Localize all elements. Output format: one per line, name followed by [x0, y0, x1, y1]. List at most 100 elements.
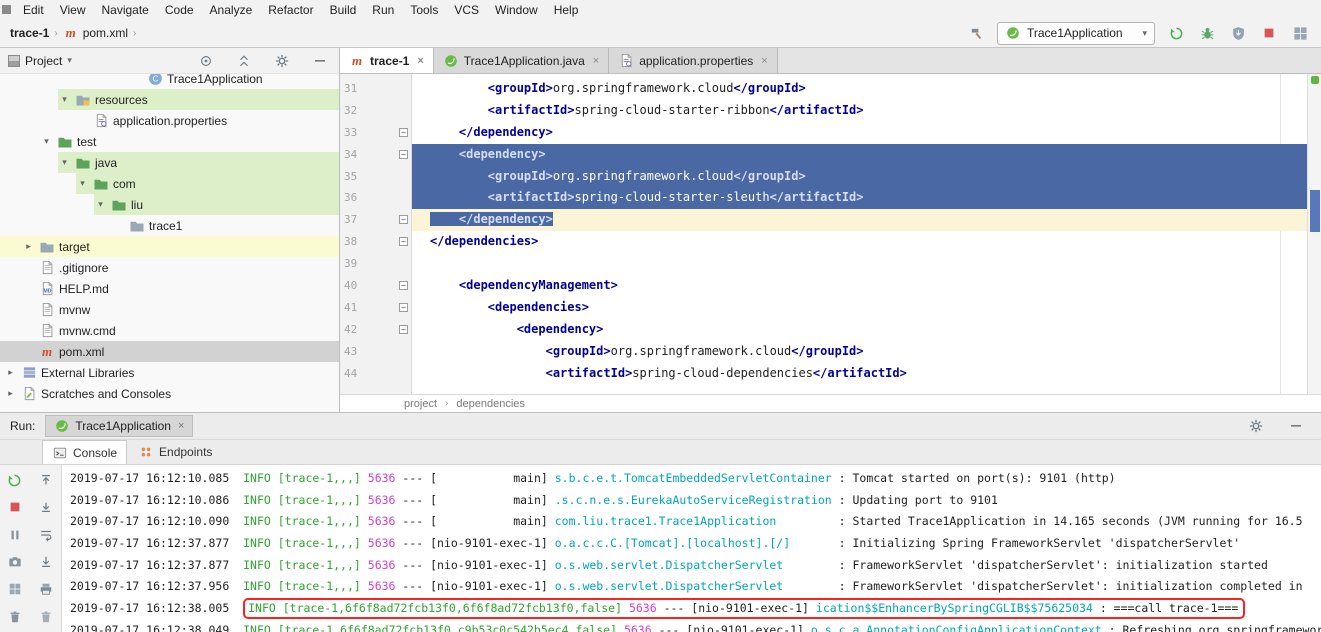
breadcrumb-item-pom-xml[interactable]: mpom.xml	[63, 25, 128, 41]
code-line-37: </dependency>	[412, 209, 1321, 231]
chevron-down-icon[interactable]: ▾	[40, 136, 53, 147]
code-editor[interactable]: <groupId>org.springframework.cloud</grou…	[412, 74, 1321, 394]
menu-run[interactable]: Run	[364, 2, 402, 18]
tree-item-mvnw-cmd[interactable]: mvnw.cmd	[0, 320, 339, 341]
log-timestamp: 2019-07-17 16:12:38.005	[70, 601, 229, 615]
gear-icon[interactable]	[271, 50, 293, 72]
clear-all-icon[interactable]	[35, 609, 57, 625]
tab-endpoints[interactable]: Endpoints	[129, 440, 221, 464]
tree-item-help-md[interactable]: MDHELP.md	[0, 278, 339, 299]
build-icon[interactable]	[965, 22, 987, 44]
chevron-right-icon[interactable]: ▸	[4, 388, 17, 399]
log-thread: [nio-9101-exec-1]	[430, 558, 548, 572]
stop-icon[interactable]	[4, 499, 26, 515]
locate-icon[interactable]	[195, 50, 217, 72]
chevron-right-icon[interactable]: ▸	[22, 241, 35, 252]
chevron-down-icon[interactable]: ▾	[76, 178, 89, 189]
scroll-end-icon[interactable]	[35, 554, 57, 570]
menu-navigate[interactable]: Navigate	[93, 2, 156, 18]
stop-icon[interactable]	[1258, 22, 1280, 44]
console-output[interactable]: 2019-07-17 16:12:10.085 INFO [trace-1,,,…	[62, 465, 1321, 632]
chevron-right-icon[interactable]: ▸	[4, 367, 17, 378]
gear-icon[interactable]	[1245, 415, 1267, 437]
editor-tab-trace-1[interactable]: mtrace-1×	[340, 48, 434, 73]
close-icon[interactable]: ×	[761, 55, 767, 67]
menu-edit[interactable]: Edit	[15, 2, 52, 18]
chevron-down-icon[interactable]: ▾	[94, 199, 107, 210]
tree-item-target[interactable]: ▸target	[0, 236, 339, 257]
rerun-icon[interactable]	[4, 472, 26, 488]
menu-vcs[interactable]: VCS	[446, 2, 487, 18]
editor-tab-application-properties[interactable]: application.properties×	[609, 48, 778, 73]
menu-view[interactable]: View	[52, 2, 94, 18]
project-panel-title[interactable]: Project	[25, 54, 62, 68]
tree-item-java[interactable]: ▾ java	[0, 152, 339, 173]
tab-console[interactable]: Console	[42, 440, 127, 464]
tree-item-resources[interactable]: ▾resources	[0, 89, 339, 110]
tree-item-mvnw[interactable]: mvnw	[0, 299, 339, 320]
tree-item-pom-xml[interactable]: mpom.xml	[0, 341, 339, 362]
fold-marker[interactable]: −	[399, 325, 408, 334]
coverage-icon[interactable]	[1227, 22, 1249, 44]
print-icon[interactable]	[35, 581, 57, 597]
close-icon[interactable]: ×	[178, 420, 184, 432]
tree-item-test[interactable]: ▾test	[0, 131, 339, 152]
tree-item-liu[interactable]: ▾liu	[0, 194, 339, 215]
restore-layout-icon[interactable]	[4, 581, 26, 597]
tree-item-label: External Libraries	[41, 366, 138, 380]
log-trace-id: [trace-1,,,]	[278, 558, 361, 572]
down-stack-icon[interactable]	[35, 499, 57, 515]
fold-marker[interactable]: −	[399, 128, 408, 137]
layout-icon[interactable]	[1289, 22, 1311, 44]
run-config-select[interactable]: Trace1Application ▾	[997, 22, 1155, 45]
tree-item-scratches-and-consoles[interactable]: ▸Scratches and Consoles	[0, 383, 339, 404]
close-icon[interactable]: ×	[593, 55, 599, 67]
debug-icon[interactable]	[1196, 22, 1218, 44]
spring-boot-icon	[1005, 25, 1021, 41]
soft-wrap-icon[interactable]	[35, 527, 57, 543]
up-stack-icon[interactable]	[35, 472, 57, 488]
menu-tools[interactable]: Tools	[402, 2, 446, 18]
fold-marker[interactable]: −	[399, 150, 408, 159]
tree-item-application-properties[interactable]: application.properties	[0, 110, 339, 131]
chevron-down-icon[interactable]: ▾	[58, 94, 71, 105]
fold-marker[interactable]: −	[399, 215, 408, 224]
fold-marker[interactable]: −	[399, 303, 408, 312]
tree-item-gitignore[interactable]: .gitignore	[0, 257, 339, 278]
tree-item-external-libraries[interactable]: ▸ External Libraries	[0, 362, 339, 383]
rerun-icon[interactable]	[1165, 22, 1187, 44]
gutter-line-40: 40−	[340, 275, 411, 297]
menu-window[interactable]: Window	[487, 2, 546, 18]
breadcrumb-item-trace-1[interactable]: trace-1	[10, 26, 49, 40]
editor-tab-trace1application-java[interactable]: Trace1Application.java×	[434, 48, 609, 73]
fold-marker[interactable]: −	[399, 281, 408, 290]
log-thread: [nio-9101-exec-1]	[430, 536, 548, 550]
log-level: INFO	[243, 471, 271, 485]
hide-icon[interactable]	[1285, 415, 1307, 437]
collapse-all-icon[interactable]	[233, 50, 255, 72]
hide-icon[interactable]	[309, 50, 331, 72]
run-tab-trace1application[interactable]: Trace1Application ×	[45, 415, 193, 437]
menu-refactor[interactable]: Refactor	[260, 2, 321, 18]
chevron-down-icon[interactable]: ▾	[67, 55, 72, 66]
menu-code[interactable]: Code	[157, 2, 202, 18]
log-thread: [ main]	[430, 471, 548, 485]
fold-marker[interactable]: −	[399, 237, 408, 246]
chevron-down-icon[interactable]: ▾	[58, 157, 71, 168]
menu-help[interactable]: Help	[546, 2, 587, 18]
log-logger: s.b.c.e.t.TomcatEmbeddedServletContainer	[555, 471, 832, 485]
pause-output-icon[interactable]	[4, 527, 26, 543]
editor-breadcrumb-dependencies[interactable]: dependencies	[456, 398, 525, 410]
menu-build[interactable]: Build	[322, 2, 365, 18]
menu-analyze[interactable]: Analyze	[202, 2, 261, 18]
editor-breadcrumb-project[interactable]: project	[404, 398, 437, 410]
gc-icon[interactable]	[4, 609, 26, 625]
editor-scrollbar[interactable]	[1307, 74, 1321, 394]
dump-threads-icon[interactable]	[4, 554, 26, 570]
log-thread: [nio-9101-exec-1]	[430, 579, 548, 593]
tree-item-com[interactable]: ▾com	[0, 173, 339, 194]
tree-item-label: java	[95, 156, 121, 170]
tree-item-trace1[interactable]: trace1	[0, 215, 339, 236]
tree-item-trace1application[interactable]: CTrace1Application	[0, 74, 339, 89]
close-icon[interactable]: ×	[417, 55, 423, 67]
